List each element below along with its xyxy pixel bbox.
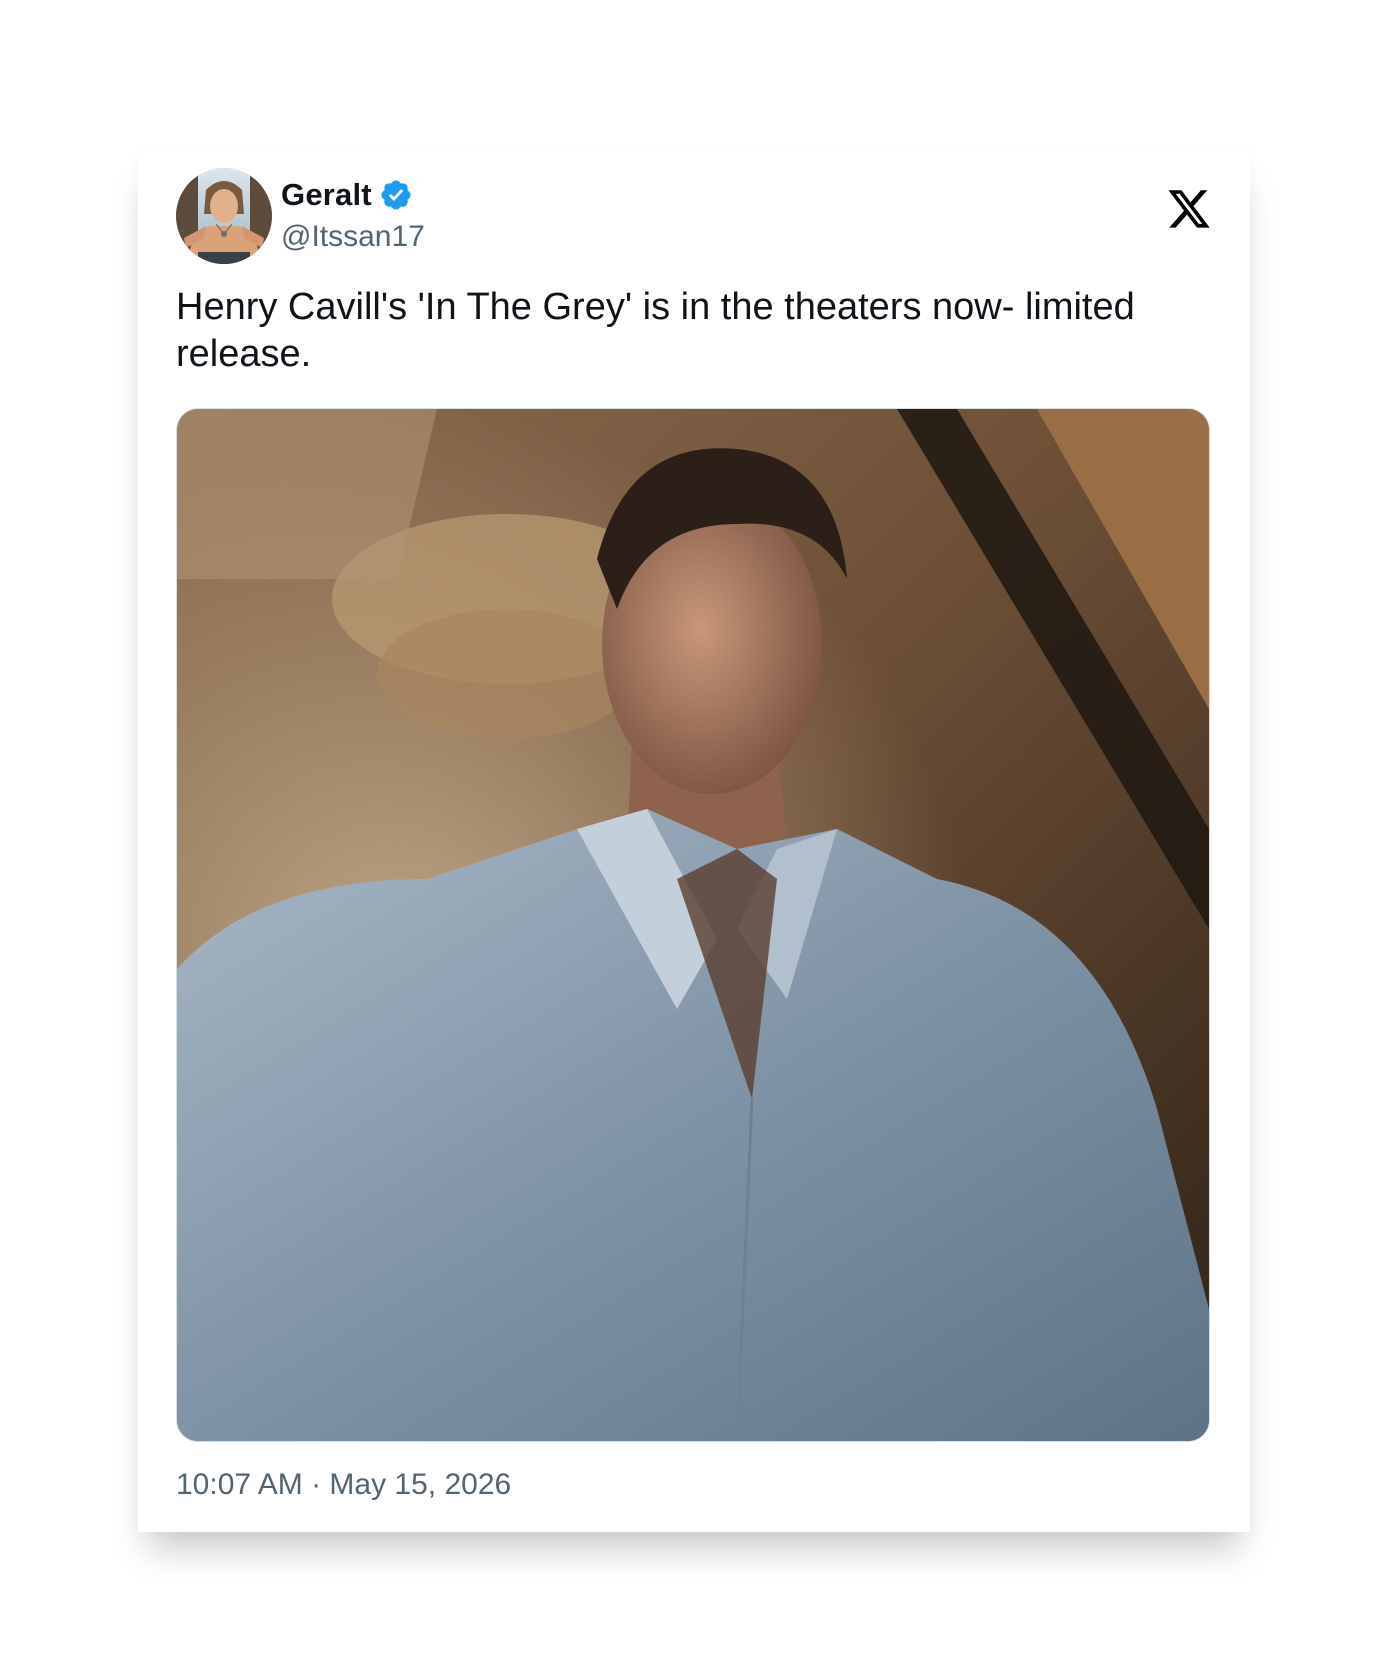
author-handle[interactable]: @Itssan17 bbox=[281, 220, 425, 254]
tweet-photo[interactable] bbox=[176, 408, 1210, 1442]
x-logo-icon[interactable] bbox=[1166, 186, 1212, 230]
author-info: Geralt @Itssan17 bbox=[281, 174, 425, 254]
name-row: Geralt bbox=[281, 174, 425, 216]
avatar-illustration-icon bbox=[176, 168, 272, 264]
tweet-header: Geralt @Itssan17 bbox=[176, 166, 1212, 266]
photo-icon bbox=[177, 409, 1209, 1441]
tweet-text: Henry Cavill's 'In The Grey' is in the t… bbox=[176, 286, 1135, 375]
verified-badge-icon bbox=[379, 178, 413, 212]
tweet-card: Geralt @Itssan17 Henry Cavill's 'In The … bbox=[138, 150, 1250, 1532]
display-name[interactable]: Geralt bbox=[281, 177, 372, 213]
page: Geralt @Itssan17 Henry Cavill's 'In The … bbox=[0, 0, 1388, 1676]
avatar[interactable] bbox=[176, 168, 272, 264]
tweet-timestamp[interactable]: 10:07 AM · May 15, 2026 bbox=[176, 1468, 511, 1502]
